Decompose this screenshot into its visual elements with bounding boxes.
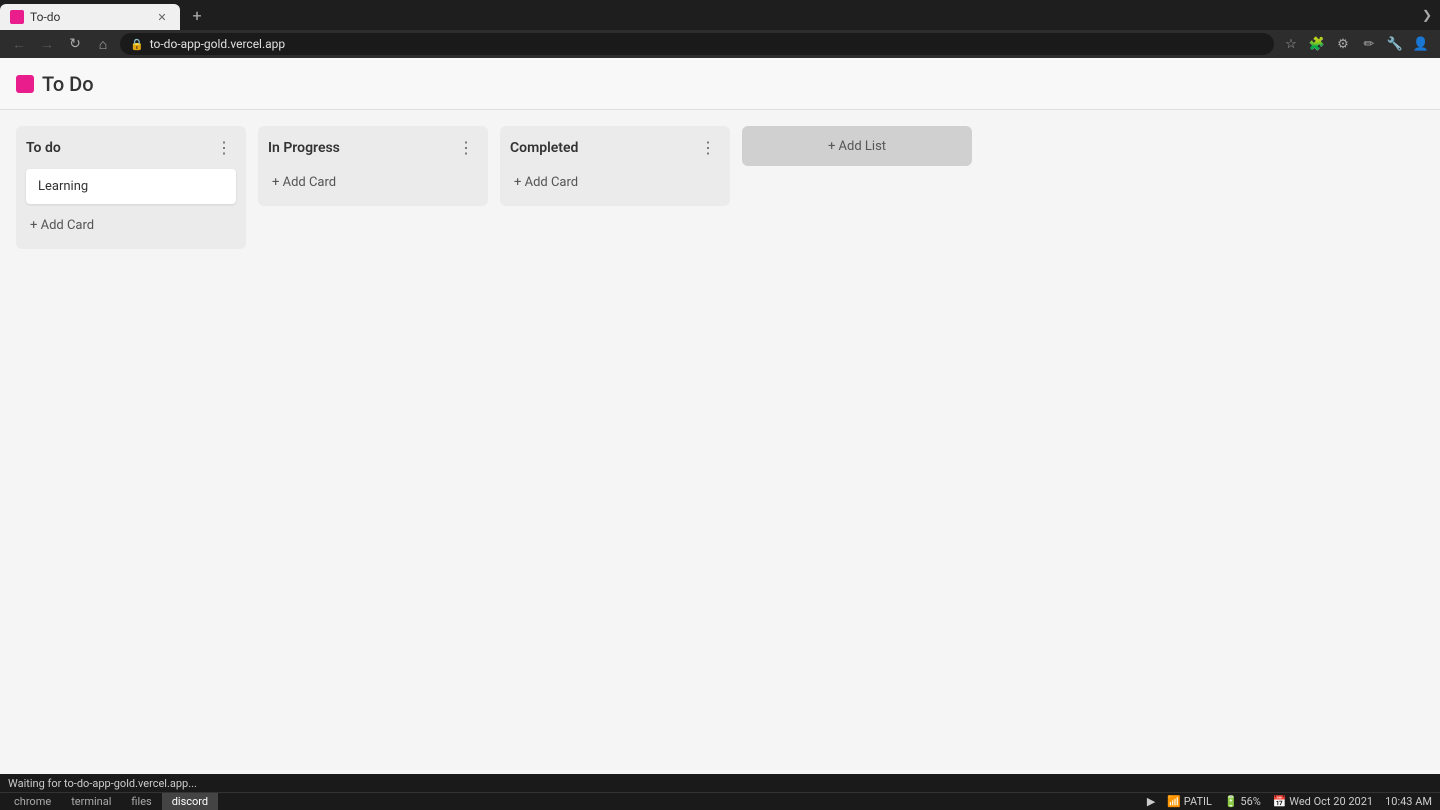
home-button[interactable]: ⌂ [92, 33, 114, 55]
reload-button[interactable]: ↻ [64, 33, 86, 55]
browser-tab-active[interactable]: To-do ✕ [0, 4, 180, 30]
inprogress-add-card-button[interactable]: + Add Card [268, 169, 478, 196]
status-message: Waiting for to-do-app-gold.vercel.app... [8, 777, 197, 790]
list-inprogress-title: In Progress [268, 140, 340, 156]
browser-toolbar: ← → ↻ ⌂ 🔒 to-do-app-gold.vercel.app ☆ 🧩 … [0, 30, 1440, 58]
list-completed-menu-button[interactable]: ⋮ [696, 136, 720, 159]
list-completed-title: Completed [510, 140, 578, 156]
tab-title: To-do [30, 10, 148, 24]
card-learning[interactable]: Learning [26, 169, 236, 204]
add-list-button[interactable]: + Add List [742, 126, 972, 166]
new-tab-button[interactable]: + [184, 2, 210, 28]
list-completed-header: Completed ⋮ [510, 136, 720, 159]
list-todo: To do ⋮ Learning + Add Card [16, 126, 246, 249]
status-bar: Waiting for to-do-app-gold.vercel.app... [0, 774, 1440, 792]
battery-indicator: 🔋 56% [1224, 795, 1261, 808]
app-logo: To Do [16, 72, 94, 96]
address-bar[interactable]: 🔒 to-do-app-gold.vercel.app [120, 33, 1274, 55]
settings-icon[interactable]: ⚙ [1332, 33, 1354, 55]
profile-icon[interactable]: 👤 [1410, 33, 1432, 55]
tab-chevron-icon[interactable]: ❯ [1422, 8, 1432, 22]
extension-icon[interactable]: 🧩 [1306, 33, 1328, 55]
forward-button[interactable]: → [36, 33, 58, 55]
completed-add-card-button[interactable]: + Add Card [510, 169, 720, 196]
taskbar-chrome[interactable]: chrome [4, 793, 61, 810]
app-logo-icon [16, 75, 34, 93]
list-inprogress: In Progress ⋮ + Add Card [258, 126, 488, 206]
toolbar-icons: ☆ 🧩 ⚙ ✏ 🔧 👤 [1280, 33, 1432, 55]
calendar-icon: 📅 Wed Oct 20 2021 [1273, 795, 1373, 808]
browser-chrome: To-do ✕ + ❯ ← → ↻ ⌂ 🔒 to-do-app-gold.ver… [0, 0, 1440, 58]
star-icon[interactable]: ☆ [1280, 33, 1302, 55]
back-button[interactable]: ← [8, 33, 30, 55]
todo-add-card-button[interactable]: + Add Card [26, 212, 236, 239]
board: To do ⋮ Learning + Add Card In Progress … [0, 110, 1440, 774]
bottom-bar: Waiting for to-do-app-gold.vercel.app...… [0, 774, 1440, 810]
app-header: To Do [0, 58, 1440, 110]
list-completed: Completed ⋮ + Add Card [500, 126, 730, 206]
taskbar-terminal[interactable]: terminal [61, 793, 121, 810]
list-todo-header: To do ⋮ [26, 136, 236, 159]
url-text: to-do-app-gold.vercel.app [150, 37, 285, 51]
play-icon: ▶ [1147, 795, 1155, 808]
clock: 10:43 AM [1385, 795, 1432, 808]
taskbar-system: ▶ 📶 PATIL 🔋 56% 📅 Wed Oct 20 2021 10:43 … [1139, 795, 1440, 808]
app-title: To Do [42, 72, 94, 96]
lock-icon: 🔒 [130, 38, 144, 51]
taskbar-apps: chrome terminal files discord [0, 793, 222, 810]
wifi-indicator: 📶 PATIL [1167, 795, 1212, 808]
taskbar-files[interactable]: files [121, 793, 161, 810]
browser-tabs: To-do ✕ + ❯ [0, 0, 1440, 30]
tab-favicon [10, 10, 24, 24]
pen-icon[interactable]: ✏ [1358, 33, 1380, 55]
list-todo-title: To do [26, 140, 61, 156]
list-inprogress-menu-button[interactable]: ⋮ [454, 136, 478, 159]
tab-close-button[interactable]: ✕ [154, 9, 170, 25]
taskbar: chrome terminal files discord ▶ 📶 PATIL … [0, 792, 1440, 810]
taskbar-discord[interactable]: discord [162, 793, 218, 810]
list-inprogress-header: In Progress ⋮ [268, 136, 478, 159]
puzzle-icon[interactable]: 🔧 [1384, 33, 1406, 55]
list-todo-menu-button[interactable]: ⋮ [212, 136, 236, 159]
